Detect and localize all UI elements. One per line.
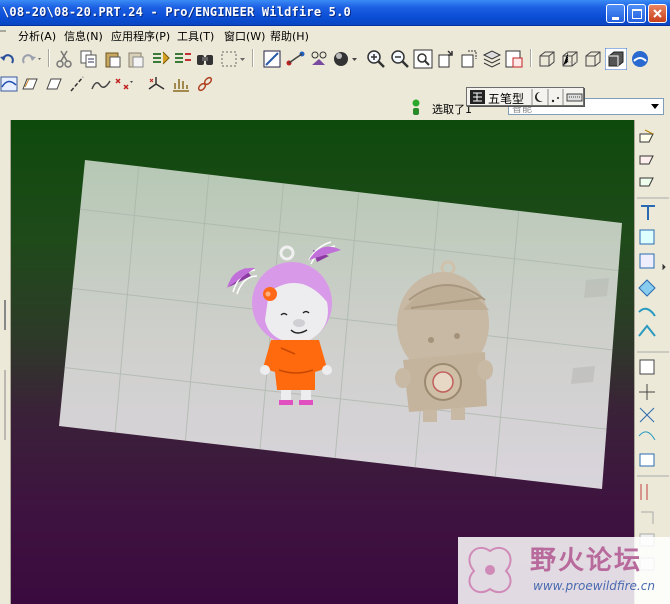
ime-toolbar[interactable]: 五笔型	[466, 87, 584, 106]
reorient-icon[interactable]	[436, 49, 456, 69]
regenerate-icon[interactable]	[151, 50, 171, 68]
partial-menu-icon	[0, 30, 6, 32]
model-render[interactable]	[11, 120, 634, 604]
zoom-out-icon[interactable]	[390, 49, 410, 69]
watermark-url: www.proewildfire.cn	[533, 579, 655, 593]
regenerate-manager-icon[interactable]	[173, 50, 193, 68]
refit-icon[interactable]	[413, 49, 433, 69]
cut-icon[interactable]	[56, 50, 72, 68]
toolbar-main	[0, 45, 670, 72]
undo-icon[interactable]	[0, 51, 16, 67]
datum-plane-icon[interactable]	[21, 75, 39, 93]
base-plate[interactable]	[59, 160, 622, 489]
chain-icon[interactable]	[196, 75, 214, 93]
close-icon	[653, 9, 662, 18]
datum-curve-icon[interactable]	[91, 75, 111, 93]
paste-special-icon[interactable]	[127, 50, 145, 68]
menu-tools[interactable]: 工具(T)	[177, 28, 214, 44]
menu-info[interactable]: 信息(N)	[64, 28, 103, 44]
shading-icon[interactable]	[605, 48, 627, 70]
paste-icon[interactable]	[104, 50, 122, 68]
datum-axis-icon[interactable]	[285, 49, 307, 69]
wireframe-icon[interactable]	[537, 49, 557, 69]
menu-analysis[interactable]: 分析(A)	[18, 28, 56, 44]
find-icon[interactable]	[196, 50, 214, 68]
menu-help[interactable]: 帮助(H)	[270, 28, 309, 44]
curve-analysis-icon[interactable]	[0, 75, 18, 93]
datum-point-xy-icon[interactable]	[114, 75, 134, 93]
status-light-icon	[412, 99, 420, 115]
ime-mode: 五笔型	[488, 92, 525, 106]
redo-icon[interactable]	[20, 51, 42, 67]
window-title: \08-20\08-20.PRT.24 - Pro/ENGINEER Wildf…	[2, 5, 351, 19]
view-manager-icon[interactable]	[504, 49, 524, 69]
select-box-icon[interactable]	[220, 50, 246, 68]
left-sash-icon	[4, 300, 6, 440]
ime-options-icon[interactable]	[531, 89, 585, 105]
zoom-in-icon[interactable]	[366, 49, 386, 69]
ime-logo-icon	[470, 90, 485, 104]
appearance-icon[interactable]	[332, 50, 360, 68]
coordinate-system-icon[interactable]	[146, 75, 168, 93]
forum-watermark: 野火论坛 www.proewildfire.cn	[458, 537, 670, 604]
sketch-icon[interactable]	[262, 49, 282, 69]
model-tree-icon[interactable]	[630, 49, 650, 69]
datum-plane-2-icon[interactable]	[45, 75, 63, 93]
menu-applications[interactable]: 应用程序(P)	[111, 28, 170, 44]
left-panel-edge[interactable]	[0, 120, 11, 604]
feature-tool-icons[interactable]	[635, 120, 670, 604]
minimize-button[interactable]	[606, 4, 625, 23]
datum-axis-line-icon[interactable]	[68, 75, 86, 93]
maximize-button[interactable]	[627, 4, 646, 23]
copy-icon[interactable]	[80, 50, 98, 68]
forum-logo-icon	[468, 546, 512, 594]
analysis-feature-icon[interactable]	[171, 75, 191, 93]
title-bar: \08-20\08-20.PRT.24 - Pro/ENGINEER Wildf…	[0, 0, 670, 26]
feature-toolbar	[634, 120, 670, 604]
hidden-line-icon[interactable]	[560, 49, 580, 69]
datum-point-icon[interactable]	[309, 49, 329, 69]
no-hidden-icon[interactable]	[583, 49, 603, 69]
graphics-viewport[interactable]	[11, 120, 634, 604]
menu-bar: 分析(A) 信息(N) 应用程序(P) 工具(T) 窗口(W) 帮助(H)	[0, 26, 670, 45]
close-button[interactable]	[648, 4, 667, 23]
menu-window[interactable]: 窗口(W)	[224, 28, 265, 44]
saved-views-icon[interactable]	[459, 49, 479, 69]
watermark-text: 野火论坛	[530, 546, 643, 576]
layers-icon[interactable]	[482, 49, 502, 69]
chevron-down-icon	[651, 104, 659, 109]
